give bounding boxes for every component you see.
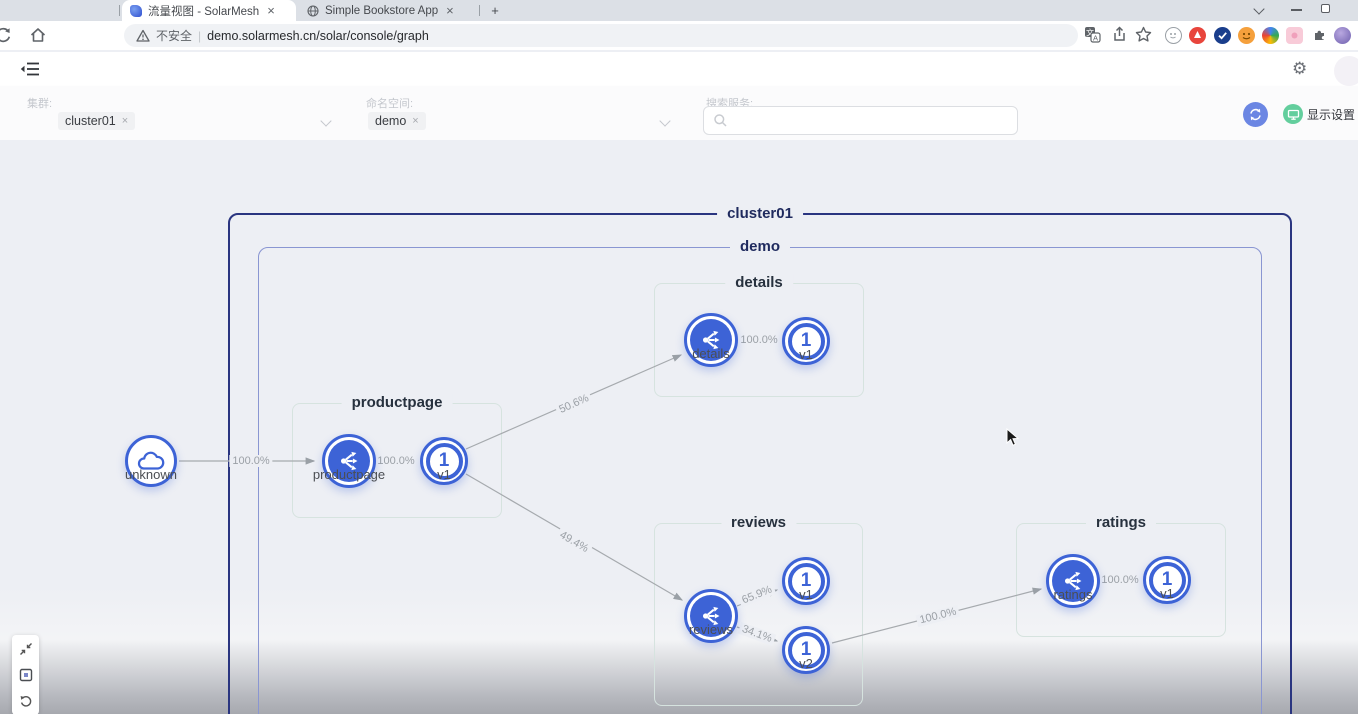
- refresh-button[interactable]: [1243, 102, 1268, 127]
- edge-label: 100.0%: [737, 334, 780, 346]
- security-label: 不安全: [156, 27, 192, 44]
- new-tab-button[interactable]: +: [487, 3, 503, 19]
- reload-icon[interactable]: [0, 25, 13, 45]
- profile-avatar[interactable]: [1334, 27, 1351, 44]
- home-icon[interactable]: [28, 25, 48, 45]
- browser-window: esh × 流量视图 - SolarMesh × Simple Bookstor…: [0, 0, 1358, 714]
- edge-label: 100.0%: [374, 455, 417, 467]
- close-icon[interactable]: ×: [265, 4, 277, 17]
- edge-label: 100.0%: [1098, 574, 1141, 586]
- tab-solarmesh-partial[interactable]: esh ×: [0, 0, 118, 21]
- node-label: unknown: [81, 467, 221, 482]
- mouse-cursor: [1006, 428, 1019, 452]
- display-settings-label: 显示设置: [1307, 106, 1355, 123]
- extension-colorful-icon[interactable]: [1262, 27, 1279, 44]
- gear-icon[interactable]: ⚙: [1292, 59, 1307, 79]
- url-text: demo.solarmesh.cn/solar/console/graph: [207, 29, 429, 43]
- tab-title: 流量视图 - SolarMesh: [148, 3, 259, 19]
- url-bar[interactable]: 不安全 | demo.solarmesh.cn/solar/console/gr…: [124, 24, 1078, 47]
- search-input[interactable]: [703, 106, 1018, 135]
- share-icon[interactable]: [1110, 25, 1130, 45]
- fit-screen-icon[interactable]: [19, 668, 33, 682]
- maximize-icon[interactable]: [1321, 4, 1330, 13]
- node-label: v1: [1097, 586, 1237, 601]
- extension-emoji-icon[interactable]: [1238, 27, 1255, 44]
- node-label: v1: [374, 467, 514, 482]
- chevron-down-icon[interactable]: [322, 117, 331, 126]
- edge-label: 100.0%: [229, 455, 272, 467]
- url-separator: |: [198, 29, 201, 43]
- search-icon: [713, 113, 728, 128]
- node-label: v1: [736, 587, 876, 602]
- warning-icon: [136, 29, 150, 43]
- cluster-tag-text: cluster01: [65, 114, 116, 128]
- globe-favicon: [307, 5, 319, 17]
- tab-search-chevron-icon[interactable]: [1253, 3, 1265, 15]
- remove-tag-icon[interactable]: ×: [122, 115, 128, 127]
- solarmesh-favicon: [130, 5, 142, 17]
- filter-bar: 集群: cluster01 × 命名空间: demo × 搜索服务: 显示设置: [0, 86, 1358, 140]
- remove-tag-icon[interactable]: ×: [412, 115, 418, 127]
- translate-icon[interactable]: 文A: [1083, 25, 1103, 45]
- node-label: reviews: [641, 622, 781, 637]
- namespace-filter-label: 命名空间:: [366, 95, 413, 111]
- reset-icon[interactable]: [19, 694, 33, 708]
- display-settings-button[interactable]: 显示设置: [1283, 104, 1355, 124]
- extension-red-icon[interactable]: [1189, 27, 1206, 44]
- node-label: v2: [736, 656, 876, 671]
- cluster-tag[interactable]: cluster01 ×: [58, 112, 135, 130]
- chevron-down-icon[interactable]: [661, 117, 670, 126]
- monitor-icon: [1283, 104, 1303, 124]
- graph-toolbar: [12, 635, 39, 714]
- node-label: v1: [736, 347, 876, 362]
- namespace-tag[interactable]: demo ×: [368, 112, 426, 130]
- tab-bookstore[interactable]: Simple Bookstore App ×: [299, 0, 475, 21]
- tab-traffic-view[interactable]: 流量视图 - SolarMesh ×: [122, 0, 296, 21]
- extension-pink-icon[interactable]: [1286, 27, 1303, 44]
- traffic-graph-canvas[interactable]: cluster01 demo productpage details revie…: [0, 140, 1358, 714]
- navigation-bar: 不安全 | demo.solarmesh.cn/solar/console/gr…: [0, 21, 1358, 50]
- extensions-puzzle-icon[interactable]: [1311, 27, 1328, 44]
- svg-text:A: A: [1093, 33, 1098, 42]
- tab-divider: [479, 5, 480, 16]
- close-icon[interactable]: ×: [444, 4, 456, 17]
- menu-fold-icon[interactable]: [20, 60, 40, 83]
- user-avatar[interactable]: [1334, 56, 1358, 86]
- app-header: ⚙: [0, 52, 1358, 86]
- extension-smiley-icon[interactable]: [1165, 27, 1182, 44]
- tab-title: Simple Bookstore App: [325, 5, 438, 17]
- collapse-icon[interactable]: [19, 642, 33, 656]
- bookmark-star-icon[interactable]: [1134, 25, 1154, 45]
- cluster-filter-label: 集群:: [27, 95, 52, 111]
- minimize-icon[interactable]: [1291, 9, 1302, 11]
- refresh-icon: [1248, 107, 1263, 122]
- namespace-tag-text: demo: [375, 114, 406, 128]
- tab-divider: [119, 5, 120, 16]
- extension-check-icon[interactable]: [1214, 27, 1231, 44]
- tab-strip: esh × 流量视图 - SolarMesh × Simple Bookstor…: [0, 0, 1358, 21]
